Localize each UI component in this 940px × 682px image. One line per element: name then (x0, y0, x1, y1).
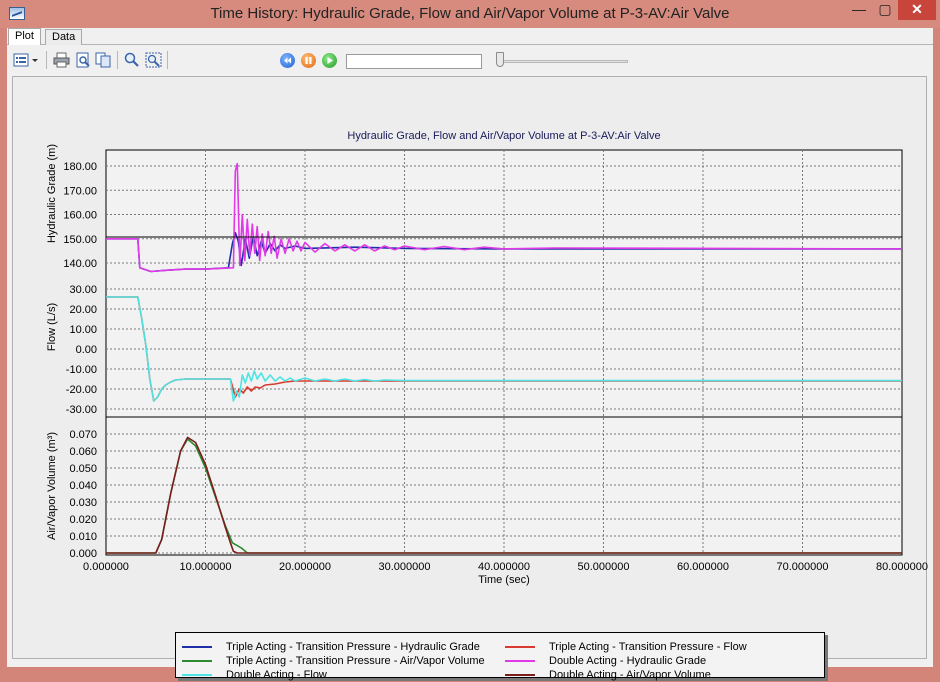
y-tick-label: 0.060 (69, 446, 97, 458)
window-titlebar: Time History: Hydraulic Grade, Flow and … (0, 0, 940, 28)
y-tick-label: 20.00 (69, 304, 97, 316)
y-tick-label: 170.00 (63, 185, 97, 197)
x-tick-label: 60.000000 (677, 561, 729, 573)
y-axis-label: Flow (L/s) (46, 303, 58, 351)
y-tick-label: 0.020 (69, 514, 97, 526)
toolbar (7, 46, 933, 74)
legend-label: Triple Acting - Transition Pressure - Fl… (549, 641, 747, 653)
toolbar-separator (117, 51, 118, 69)
chart-options-icon[interactable] (13, 52, 30, 68)
window-title: Time History: Hydraulic Grade, Flow and … (210, 5, 730, 22)
tab-data[interactable]: Data (45, 29, 83, 45)
print-icon[interactable] (53, 52, 70, 68)
y-tick-label: 0.030 (69, 497, 97, 509)
y-tick-label: 0.040 (69, 480, 97, 492)
chart-title: Hydraulic Grade, Flow and Air/Vapor Volu… (347, 130, 660, 142)
y-tick-label: 140.00 (63, 258, 97, 270)
time-slider-thumb[interactable] (496, 52, 504, 67)
x-tick-label: 30.000000 (379, 561, 431, 573)
y-tick-label: 10.00 (69, 324, 97, 336)
y-axis-label: Hydraulic Grade (m) (46, 144, 58, 243)
x-tick-label: 80.000000 (876, 561, 928, 573)
dropdown-icon[interactable] (31, 52, 40, 68)
y-tick-label: 150.00 (63, 234, 97, 246)
y-tick-label: -20.00 (66, 384, 97, 396)
x-tick-label: 40.000000 (478, 561, 530, 573)
close-button[interactable]: ✕ (898, 0, 936, 20)
maximize-button[interactable]: ▢ (872, 0, 898, 20)
toolbar-separator (46, 51, 47, 69)
legend-label: Triple Acting - Transition Pressure - Hy… (226, 641, 480, 653)
time-slider-track[interactable] (497, 60, 628, 63)
x-tick-label: 70.000000 (777, 561, 829, 573)
print-preview-icon[interactable] (75, 52, 92, 68)
legend-swatch (505, 674, 535, 676)
x-tick-label: 50.000000 (578, 561, 630, 573)
rewind-icon[interactable] (280, 53, 295, 68)
legend-label: Double Acting - Air/Vapor Volume (549, 669, 711, 681)
legend-swatch (505, 646, 535, 648)
y-tick-label: -30.00 (66, 404, 97, 416)
zoom-window-icon[interactable] (145, 52, 162, 68)
y-tick-label: 0.010 (69, 531, 97, 543)
zoom-icon[interactable] (123, 52, 140, 68)
toolbar-separator (167, 51, 168, 69)
play-icon[interactable] (322, 53, 337, 68)
legend-label: Triple Acting - Transition Pressure - Ai… (226, 655, 485, 667)
time-history-chart: Hydraulic Grade, Flow and Air/Vapor Volu… (46, 130, 928, 586)
y-tick-label: 0.000 (69, 548, 97, 560)
x-tick-label: 20.000000 (279, 561, 331, 573)
legend-swatch (182, 646, 212, 648)
chart-legend: Triple Acting - Transition Pressure - Hy… (175, 632, 825, 681)
window-client: Plot Data Hydraulic Grade, Flow and Air/… (7, 28, 933, 681)
y-tick-label: 0.050 (69, 463, 97, 475)
x-tick-label: 0.000000 (83, 561, 129, 573)
minimize-button[interactable]: — (846, 0, 872, 20)
legend-label: Double Acting - Hydraulic Grade (549, 655, 707, 667)
legend-swatch (182, 660, 212, 662)
playback-progress-bar (346, 54, 482, 69)
pause-icon[interactable] (301, 53, 316, 68)
x-tick-label: 10.000000 (180, 561, 232, 573)
tab-plot[interactable]: Plot (8, 28, 41, 45)
y-tick-label: 180.00 (63, 161, 97, 173)
tab-strip: Plot Data (7, 28, 933, 45)
legend-swatch (505, 660, 535, 662)
y-tick-label: 0.070 (69, 429, 97, 441)
copy-icon[interactable] (95, 52, 112, 68)
y-tick-label: 160.00 (63, 210, 97, 222)
y-tick-label: 30.00 (69, 284, 97, 296)
legend-label: Double Acting - Flow (226, 669, 327, 681)
y-tick-label: 0.00 (76, 344, 97, 356)
x-axis-label: Time (sec) (478, 574, 530, 586)
plot-area: Hydraulic Grade, Flow and Air/Vapor Volu… (12, 76, 928, 681)
y-tick-label: -10.00 (66, 364, 97, 376)
y-axis-label: Air/Vapor Volume (m³) (46, 432, 58, 540)
legend-swatch (182, 674, 212, 676)
